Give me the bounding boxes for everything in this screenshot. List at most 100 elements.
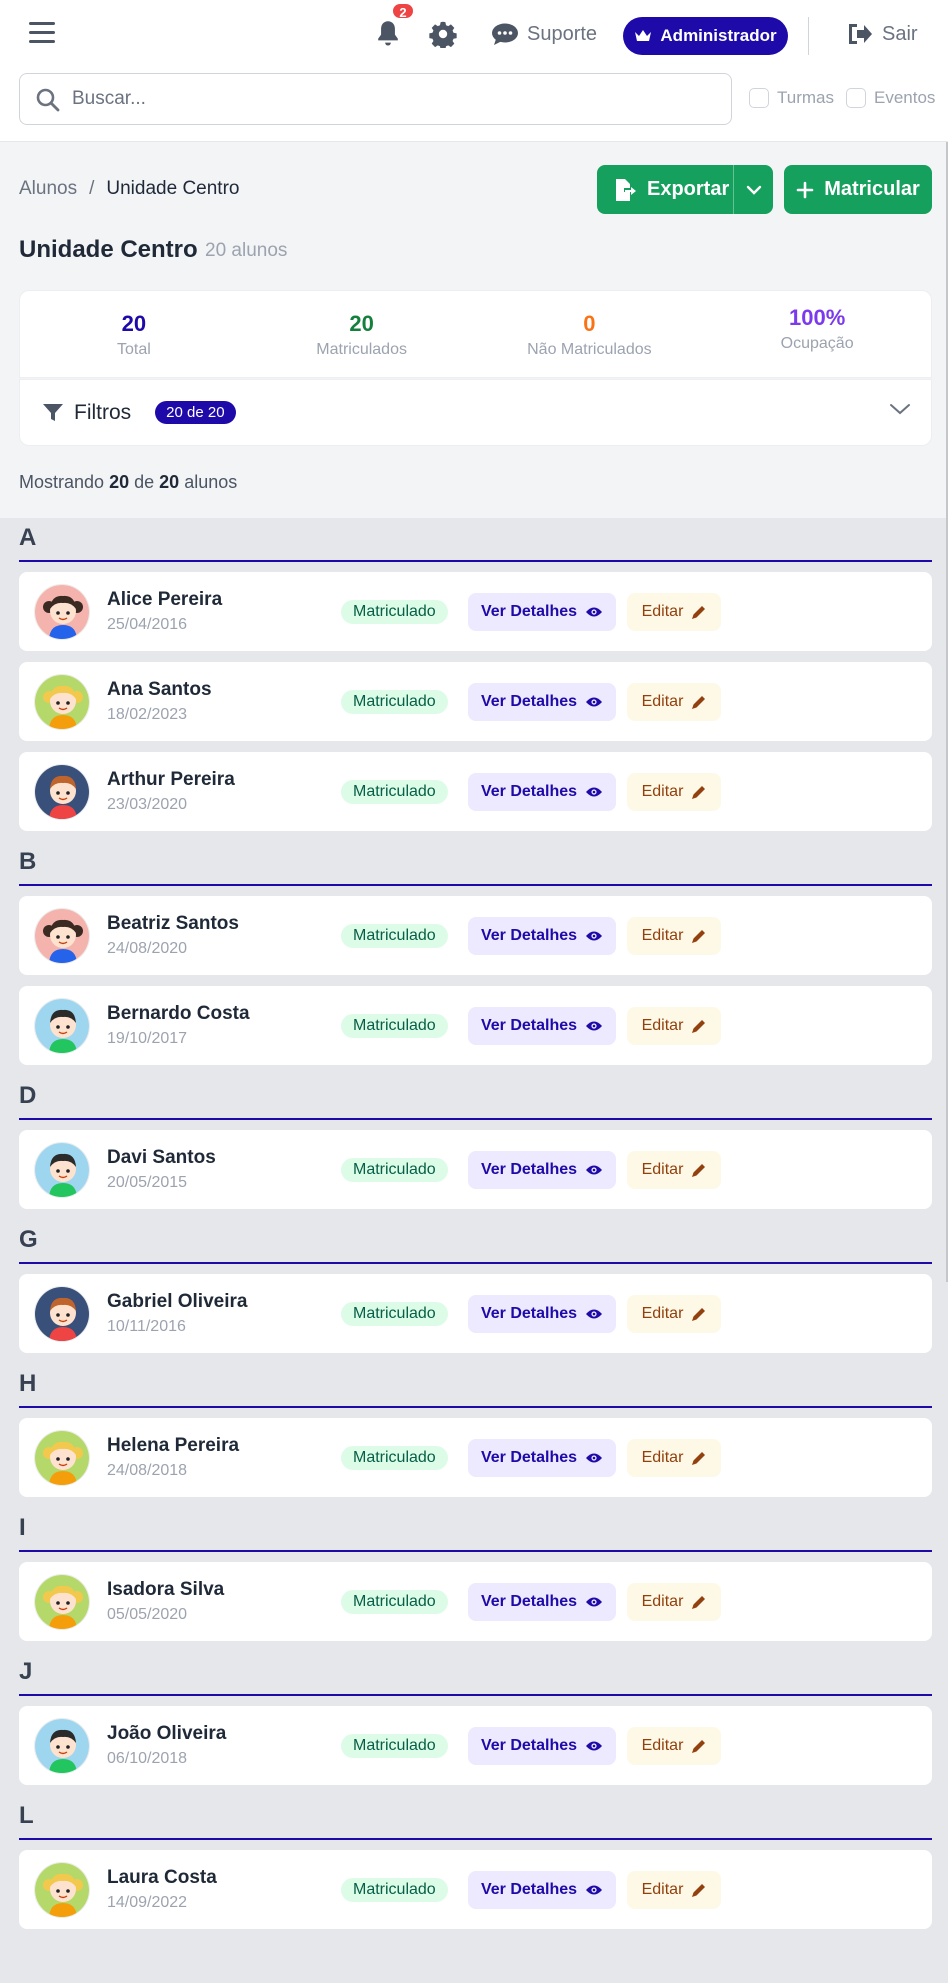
view-details-label: Ver Detalhes — [480, 603, 578, 620]
checkbox-box[interactable] — [749, 88, 769, 108]
letter-group-header: D — [0, 1076, 948, 1130]
stat-label: Matriculados — [316, 341, 407, 358]
search-input[interactable] — [72, 88, 692, 110]
view-details-button[interactable]: Ver Detalhes — [468, 593, 616, 631]
student-avatar — [34, 584, 90, 640]
student-name: Gabriel Oliveira — [107, 1291, 248, 1312]
student-name: Davi Santos — [107, 1147, 216, 1168]
student-avatar — [34, 674, 90, 730]
view-details-button[interactable]: Ver Detalhes — [468, 1871, 616, 1909]
filters-toggle[interactable]: Filtros 20 de 20 — [19, 379, 932, 446]
status-badge: Matriculado — [341, 780, 448, 804]
view-details-label: Ver Detalhes — [480, 1593, 578, 1610]
edit-label: Editar — [641, 783, 684, 800]
plus-icon — [796, 181, 814, 198]
group-divider — [19, 560, 932, 562]
student-card: Alice Pereira 25/04/2016 Matriculado Ver De… — [19, 572, 932, 651]
group-divider — [19, 1262, 932, 1264]
status-badge: Matriculado — [341, 1014, 448, 1038]
student-name: João Oliveira — [107, 1723, 227, 1744]
status-badge: Matriculado — [341, 690, 448, 714]
eye-icon — [586, 1597, 603, 1607]
summary-total: 20 — [159, 472, 180, 492]
letter-group-header: J — [0, 1652, 948, 1706]
breadcrumb-students[interactable]: Alunos — [19, 178, 77, 200]
view-details-button[interactable]: Ver Detalhes — [468, 1151, 616, 1189]
group-divider — [19, 1550, 932, 1552]
edit-label: Editar — [641, 1737, 684, 1754]
view-details-button[interactable]: Ver Detalhes — [468, 1727, 616, 1765]
status-badge: Matriculado — [341, 600, 448, 624]
student-avatar — [34, 1862, 90, 1918]
view-details-button[interactable]: Ver Detalhes — [468, 773, 616, 811]
view-details-label: Ver Detalhes — [480, 1449, 578, 1466]
view-details-button[interactable]: Ver Detalhes — [468, 917, 616, 955]
view-details-label: Ver Detalhes — [480, 1017, 578, 1034]
student-birthdate: 10/11/2016 — [107, 1318, 186, 1335]
pencil-icon — [692, 1739, 706, 1753]
stat-occupancy: 100% Ocupação — [703, 291, 931, 377]
filter-classes-checkbox[interactable]: Turmas — [749, 88, 834, 108]
group-letter: B — [19, 848, 37, 875]
student-card: Isadora Silva 05/05/2020 Matriculado Ver De… — [19, 1562, 932, 1641]
filter-classes-label: Turmas — [777, 88, 834, 107]
student-birthdate: 06/10/2018 — [107, 1750, 188, 1767]
logout-button[interactable]: Sair — [846, 22, 918, 46]
student-name: Isadora Silva — [107, 1579, 225, 1600]
pencil-icon — [692, 1451, 706, 1465]
edit-button[interactable]: Editar — [627, 917, 721, 955]
student-birthdate: 23/03/2020 — [107, 796, 188, 813]
menu-icon[interactable] — [29, 22, 55, 44]
export-dropdown-toggle[interactable] — [734, 165, 773, 214]
edit-button[interactable]: Editar — [627, 1439, 721, 1477]
edit-button[interactable]: Editar — [627, 1583, 721, 1621]
edit-button[interactable]: Editar — [627, 1151, 721, 1189]
student-avatar — [34, 764, 90, 820]
view-details-button[interactable]: Ver Detalhes — [468, 1007, 616, 1045]
group-letter: G — [19, 1226, 38, 1253]
breadcrumb: Alunos / Unidade Centro — [19, 178, 239, 200]
checkbox-box[interactable] — [846, 88, 866, 108]
bell-icon[interactable] — [374, 19, 402, 49]
eye-icon — [586, 1165, 603, 1175]
student-card: Beatriz Santos 24/08/2020 Matriculado Ver D… — [19, 896, 932, 975]
app-header: 2 Suporte Administrador Sair Buscar... T… — [0, 0, 948, 142]
chevron-down-icon — [746, 185, 761, 195]
chat-icon — [492, 23, 518, 45]
student-birthdate: 14/09/2022 — [107, 1894, 188, 1911]
edit-label: Editar — [641, 927, 684, 944]
admin-button[interactable]: Administrador — [623, 17, 788, 55]
filter-events-checkbox[interactable]: Eventos — [846, 88, 935, 108]
logout-label: Sair — [882, 22, 918, 45]
edit-button[interactable]: Editar — [627, 1871, 721, 1909]
student-birthdate: 05/05/2020 — [107, 1606, 188, 1623]
export-button[interactable]: Exportar — [597, 165, 734, 214]
export-button-group: Exportar — [597, 165, 773, 214]
view-details-button[interactable]: Ver Detalhes — [468, 1439, 616, 1477]
summary-prefix: Mostrando — [19, 472, 105, 492]
stat-label: Total — [116, 341, 151, 358]
filter-icon — [43, 403, 63, 421]
student-birthdate: 24/08/2020 — [107, 940, 188, 957]
edit-button[interactable]: Editar — [627, 773, 721, 811]
breadcrumb-separator: / — [89, 178, 95, 199]
edit-button[interactable]: Editar — [627, 593, 721, 631]
student-card: Laura Costa 14/09/2022 Matriculado Ver Deta… — [19, 1850, 932, 1929]
view-details-button[interactable]: Ver Detalhes — [468, 683, 616, 721]
breadcrumb-current: Unidade Centro — [106, 178, 240, 199]
student-birthdate: 20/05/2015 — [107, 1174, 188, 1191]
edit-label: Editar — [641, 603, 684, 620]
view-details-button[interactable]: Ver Detalhes — [468, 1295, 616, 1333]
edit-button[interactable]: Editar — [627, 1727, 721, 1765]
edit-button[interactable]: Editar — [627, 1295, 721, 1333]
edit-button[interactable]: Editar — [627, 1007, 721, 1045]
enroll-button[interactable]: Matricular — [784, 165, 932, 214]
edit-button[interactable]: Editar — [627, 683, 721, 721]
stat-value: 20 — [121, 311, 147, 336]
gear-icon[interactable] — [429, 20, 457, 48]
letter-group-header: L — [0, 1796, 948, 1850]
support-link[interactable]: Suporte — [491, 22, 597, 46]
letter-group-header: B — [0, 842, 948, 896]
view-details-button[interactable]: Ver Detalhes — [468, 1583, 616, 1621]
group-divider — [19, 1406, 932, 1408]
